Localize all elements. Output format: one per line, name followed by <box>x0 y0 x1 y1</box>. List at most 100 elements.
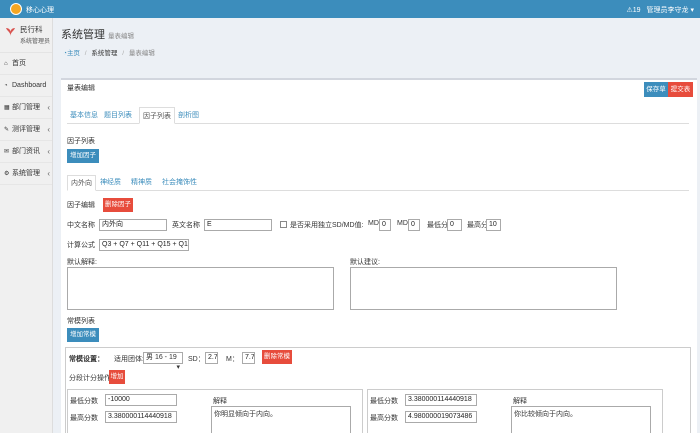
profile-name: 民行科 <box>20 25 43 34</box>
gear-icon: ⚙ <box>4 171 10 177</box>
submit-button[interactable]: 提交表单 <box>668 82 693 108</box>
delete-factor-button[interactable]: 删除因子 <box>103 198 133 212</box>
max-score-input[interactable]: 10 <box>486 219 501 231</box>
md-input-1[interactable]: 0 <box>379 219 391 231</box>
breadcrumb-home[interactable]: ◔主页 <box>63 50 80 57</box>
tab-question-list[interactable]: 题目列表 <box>101 107 135 124</box>
user-area[interactable]: ⚠19 管理员李守龙 ▾ <box>627 5 695 15</box>
tab-psychoticism[interactable]: 精神质 <box>128 175 155 191</box>
breadcrumb: ◔主页 / 系统管理 / 量表编辑 <box>63 50 155 57</box>
default-explain-label: 默认解释: <box>67 259 97 266</box>
chevron-left-icon: ‹ <box>47 147 50 156</box>
sidebar-item-dashboard[interactable]: ◔ Dashboard <box>0 75 52 97</box>
default-advice-label: 默认建议: <box>350 259 380 266</box>
tab-profile-chart[interactable]: 剖析图 <box>175 107 202 124</box>
tab-extraversion[interactable]: 内外向 <box>67 175 96 191</box>
segment-explain-textarea[interactable]: 你比较倾向于内向。 <box>511 406 651 433</box>
sidebar: 民行科 系统管理员 ⌂ 首页 ◔ Dashboard ▦ 部门管理 ‹ ✎ 测评管理 ‹… <box>0 18 53 433</box>
segment-max-label: 最高分数 <box>370 415 398 422</box>
add-factor-button[interactable]: 增加因子 <box>67 149 99 163</box>
factor-list-label: 因子列表 <box>67 138 95 145</box>
formula-input[interactable]: Q3 + Q7 + Q11 + Q15 + Q19 <box>99 239 189 251</box>
home-icon: ⌂ <box>4 61 8 67</box>
min-score-input[interactable]: 0 <box>447 219 462 231</box>
md-input-2[interactable]: 0 <box>408 219 420 231</box>
sidebar-item-label: 首页 <box>12 60 26 67</box>
breadcrumb-current: 量表编辑 <box>128 50 155 57</box>
mail-icon: ✉ <box>4 149 10 155</box>
sidebar-item-system[interactable]: ⚙ 系统管理 ‹ <box>0 163 52 185</box>
default-advice-textarea[interactable] <box>350 267 617 310</box>
default-explain-textarea[interactable] <box>67 267 334 310</box>
independent-label: 是否采用独立SD/MD值: <box>290 222 364 229</box>
norm-setting-label: 常模设置： <box>69 356 104 363</box>
page-subtitle: 量表编辑 <box>108 33 134 40</box>
sidebar-item-label: 系统管理 <box>12 170 40 177</box>
cn-name-input[interactable]: 内外向 <box>99 219 167 231</box>
sidebar-item-news[interactable]: ✉ 部门资讯 ‹ <box>0 141 52 163</box>
m-label: M： <box>226 356 239 363</box>
top-navbar: 移心心理 ⚠19 管理员李守龙 ▾ <box>0 0 700 18</box>
segment-explain-label: 解释 <box>513 398 527 405</box>
chevron-left-icon: ‹ <box>47 169 50 178</box>
user-panel: 民行科 系统管理员 <box>0 18 52 53</box>
brand-name: 移心心理 <box>26 7 54 14</box>
tab-lie-scale[interactable]: 社会掩饰性 <box>159 175 200 191</box>
chevron-left-icon: ‹ <box>47 125 50 134</box>
notification-badge: 19 <box>632 7 641 14</box>
edit-box: 量表编辑 保存草稿 提交表单 基本信息 题目列表 因子列表 剖析图 因子列表 增… <box>61 78 697 433</box>
segment-explain-textarea[interactable]: 你明显倾向于内向。 <box>211 406 351 433</box>
dashboard-icon: ◔ <box>4 83 8 89</box>
tab-factor-list[interactable]: 因子列表 <box>139 107 175 124</box>
group-label: 适用团体: <box>114 356 144 363</box>
sidebar-item-home[interactable]: ⌂ 首页 <box>0 53 52 75</box>
breadcrumb-home-label: 主页 <box>66 50 80 57</box>
page-title: 系统管理 量表编辑 <box>61 26 134 42</box>
independent-checkbox[interactable] <box>280 221 287 228</box>
tab-neuroticism[interactable]: 神经质 <box>97 175 124 191</box>
save-draft-button[interactable]: 保存草稿 <box>644 82 668 108</box>
delete-norm-button[interactable]: 删除常模 <box>262 350 292 364</box>
group-select-value: 男 16 - 19 <box>146 354 177 361</box>
add-segment-button[interactable]: 增加 <box>109 370 125 384</box>
box-title: 量表编辑 <box>67 85 95 92</box>
md-label-1: MD <box>368 220 379 227</box>
add-norm-button[interactable]: 增加常模 <box>67 328 99 342</box>
edit-icon: ✎ <box>4 127 10 133</box>
segment-row-right: 最低分数 3.380000114440918 最高分数 4.9800000190… <box>367 389 663 433</box>
cn-name-label: 中文名称 <box>67 222 95 229</box>
norm-list-label: 常模列表 <box>67 318 95 325</box>
leaf-icon <box>6 28 15 36</box>
sidebar-item-label: 测评管理 <box>12 126 40 133</box>
grid-icon: ▦ <box>4 105 10 111</box>
factor-tabs: 内外向 神经质 精神质 社会掩饰性 <box>67 175 689 191</box>
sd-label: SD： <box>188 356 205 363</box>
caret-down-icon: ▾ <box>690 7 694 14</box>
segment-min-input[interactable]: 3.380000114440918 <box>405 394 477 406</box>
min-score-label: 最低分 <box>427 222 448 229</box>
segment-min-input[interactable]: -10000 <box>105 394 177 406</box>
user-menu[interactable]: 管理员李守龙 <box>647 7 689 14</box>
m-input[interactable]: 7.7 <box>242 352 255 364</box>
main-tabs: 基本信息 题目列表 因子列表 剖析图 <box>67 107 689 124</box>
sidebar-item-label: Dashboard <box>12 82 47 89</box>
breadcrumb-system[interactable]: 系统管理 <box>91 50 117 57</box>
group-select[interactable]: 男 16 - 19 ▾ <box>143 352 183 371</box>
segment-max-input[interactable]: 4.980000019073486 <box>405 411 477 423</box>
en-name-input[interactable]: E <box>204 219 272 231</box>
segment-explain-text: 你比较倾向于内向。 <box>514 411 577 418</box>
factor-edit-label: 因子编辑 <box>67 202 95 209</box>
formula-label: 计算公式 <box>67 242 95 249</box>
sd-input[interactable]: 2.7 <box>205 352 218 364</box>
sidebar-item-assessment[interactable]: ✎ 测评管理 ‹ <box>0 119 52 141</box>
segment-row-left: 最低分数 -10000 最高分数 3.380000114440918 解释 你明… <box>67 389 363 433</box>
segment-max-label: 最高分数 <box>70 415 98 422</box>
tab-basic-info[interactable]: 基本信息 <box>67 107 101 124</box>
sidebar-item-department[interactable]: ▦ 部门管理 ‹ <box>0 97 52 119</box>
segment-min-label: 最低分数 <box>370 398 398 405</box>
norm-panel: 常模设置： 适用团体: 男 16 - 19 ▾ SD： 2.7 M： 7.7 删除… <box>65 347 691 433</box>
segment-max-input[interactable]: 3.380000114440918 <box>105 411 177 423</box>
warning-icon[interactable]: ⚠19 <box>627 7 641 14</box>
segment-label: 分段计分操作: <box>69 375 113 382</box>
page-title-text: 系统管理 <box>61 29 105 41</box>
